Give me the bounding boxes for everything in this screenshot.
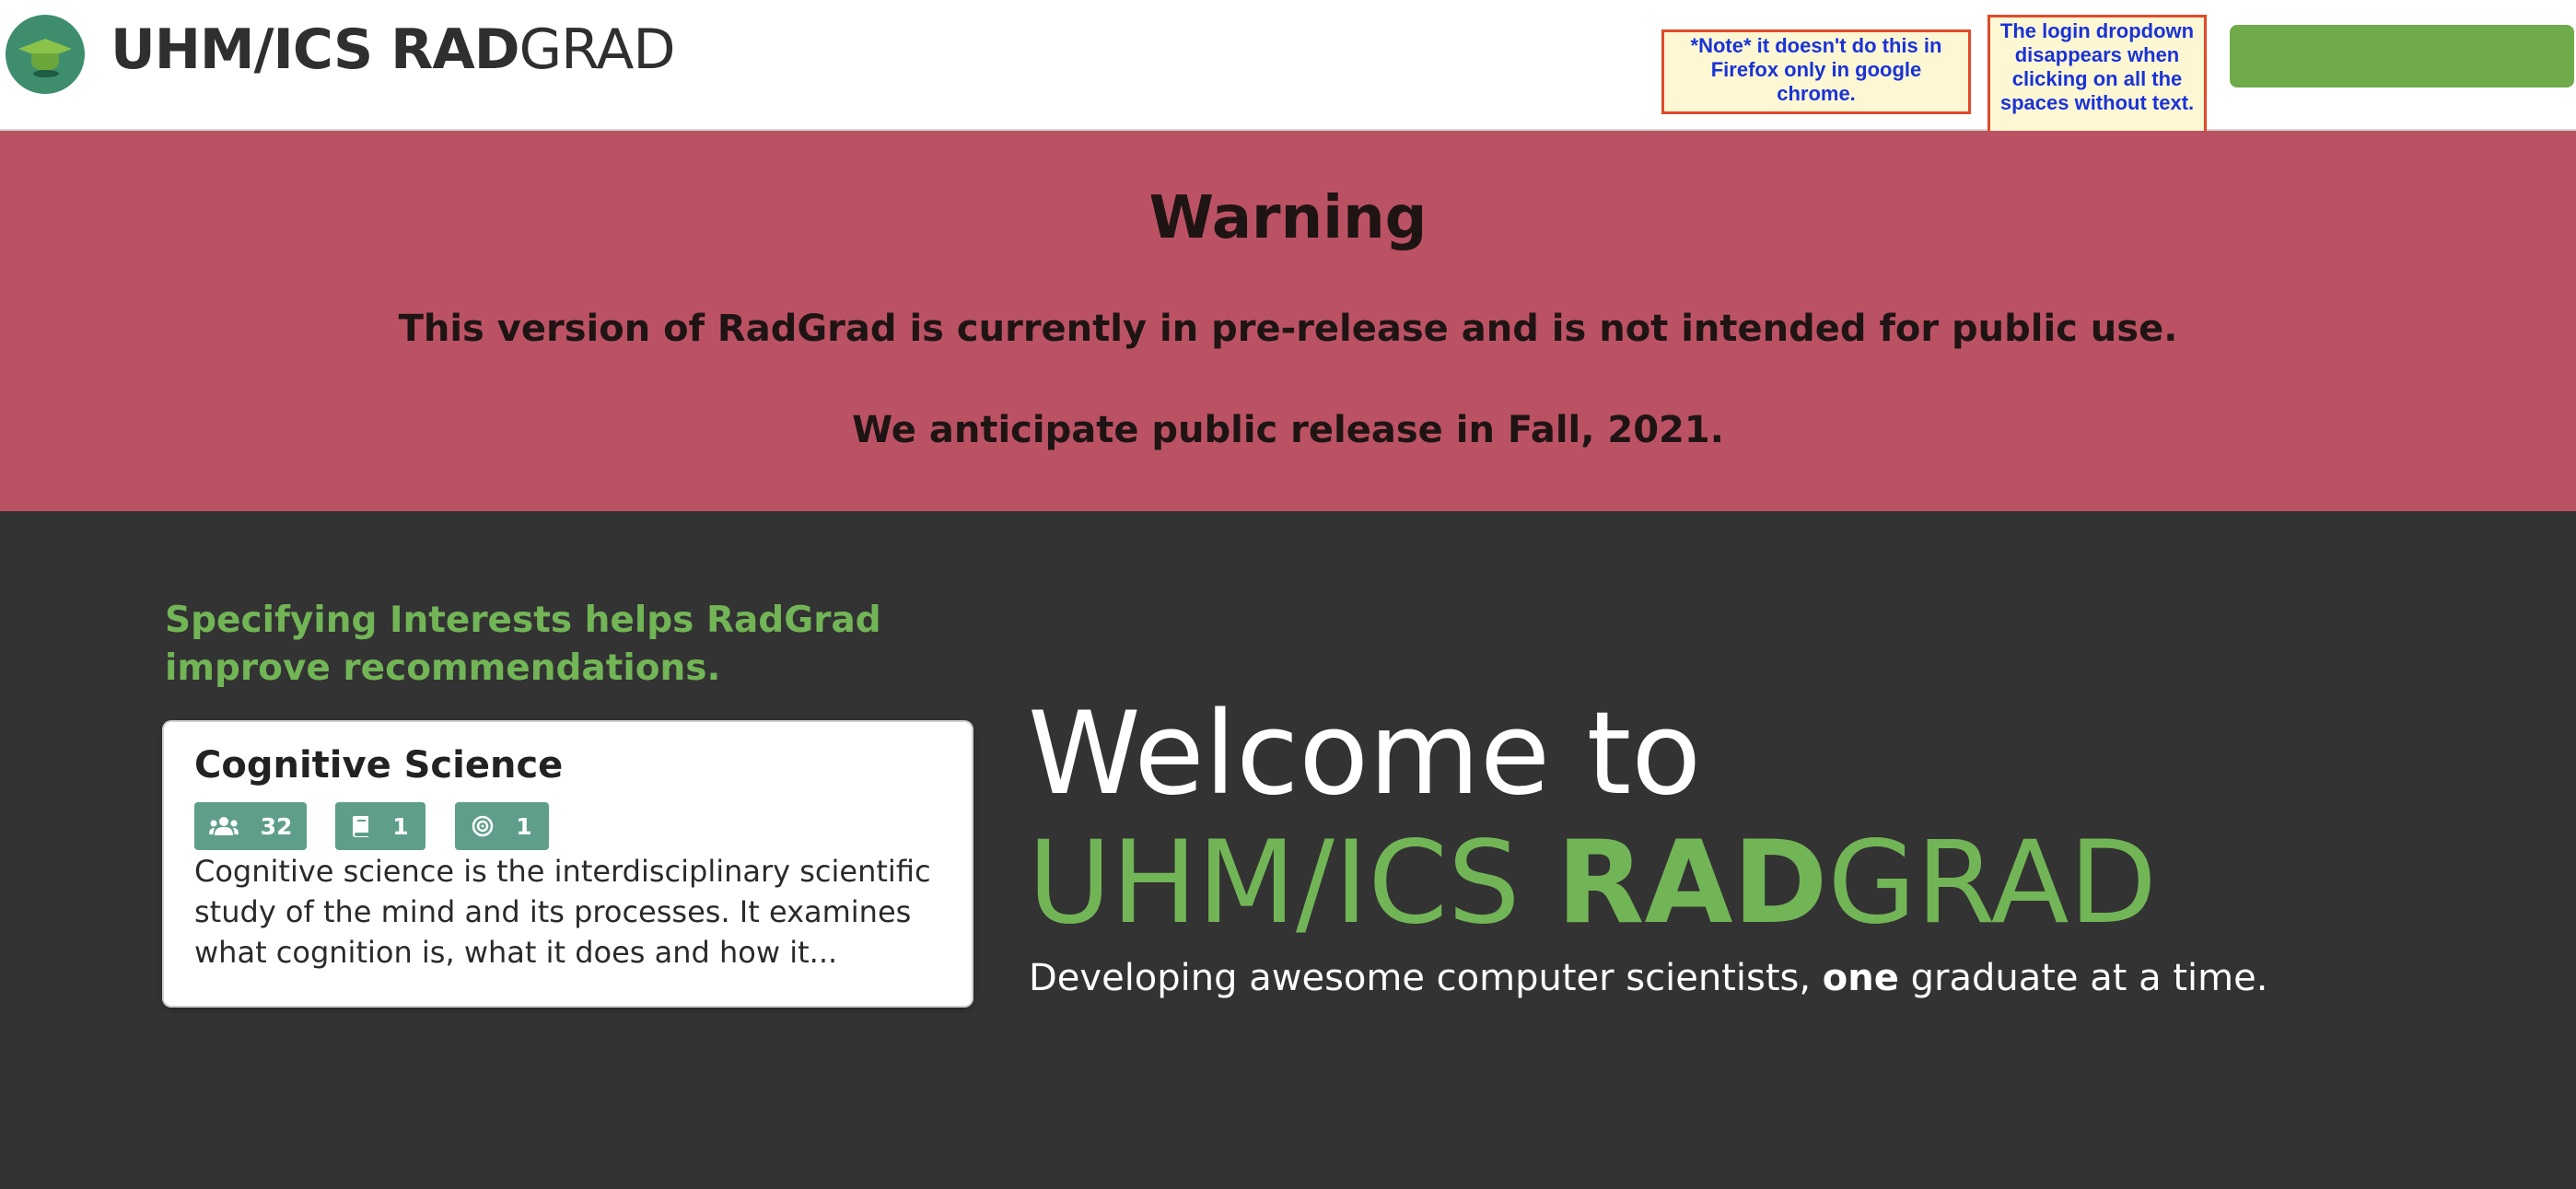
brand-title[interactable]: UHM/ICS RADGRAD: [111, 17, 676, 83]
welcome-heading: Welcome to: [1028, 688, 1702, 821]
welcome-tagline: Developing awesome computer scientists, …: [1029, 957, 2268, 999]
interest-card-title[interactable]: Cognitive Science: [194, 742, 563, 788]
opportunities-count: 1: [516, 812, 532, 840]
users-icon: [208, 817, 239, 835]
book-icon: [353, 816, 369, 837]
courses-count: 1: [392, 812, 409, 840]
interest-card[interactable]: Cognitive Science 32 1 1 Cognitive scien…: [164, 722, 972, 1006]
courses-count-badge: 1: [335, 802, 425, 850]
release-message: We anticipate public release in Fall, 20…: [852, 409, 1724, 451]
warning-title: Warning: [1148, 184, 1428, 252]
interests-tip: Specifying Interests helps RadGrad impro…: [165, 600, 881, 689]
opportunities-count-badge: 1: [455, 802, 549, 850]
interest-card-description: Cognitive science is the interdisciplina…: [194, 854, 931, 970]
warning-message: This version of RadGrad is currently in …: [398, 308, 2178, 350]
annotation-note-dropdown: The login dropdown disappears when click…: [1987, 15, 2207, 147]
warning-banner: Warning This version of RadGrad is curre…: [0, 131, 2576, 511]
top-navbar: UHM/ICS RADGRAD *Note* it doesn't do thi…: [0, 0, 2576, 147]
login-button[interactable]: [2230, 25, 2574, 87]
annotation-note-browser: *Note* it doesn't do this in Firefox onl…: [1661, 29, 1971, 114]
welcome-brand: UHM/ICS RADGRAD: [1028, 817, 2157, 950]
users-count: 32: [260, 812, 293, 840]
radgrad-logo-icon[interactable]: [6, 15, 85, 94]
users-count-badge: 32: [194, 802, 307, 850]
target-icon: [472, 815, 494, 837]
